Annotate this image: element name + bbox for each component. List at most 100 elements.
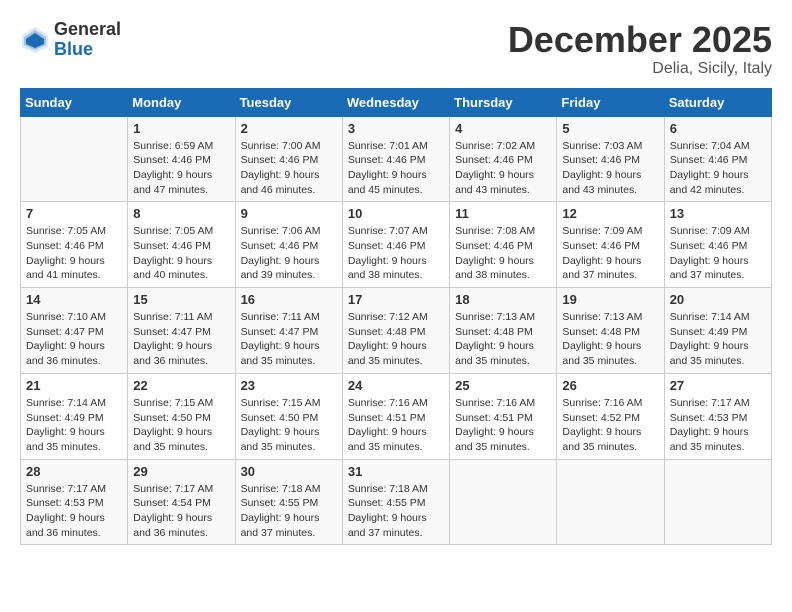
- day-info: Sunrise: 7:17 AMSunset: 4:54 PMDaylight:…: [133, 482, 229, 541]
- table-row: 17 Sunrise: 7:12 AMSunset: 4:48 PMDayligh…: [342, 288, 449, 374]
- table-row: 21Sunrise: 7:14 AMSunset: 4:49 PMDayligh…: [21, 373, 128, 459]
- day-info: Sunrise: 7:03 AMSunset: 4:46 PMDaylight:…: [562, 139, 658, 198]
- day-info: Sunrise: 7:15 AMSunset: 4:50 PMDaylight:…: [241, 396, 337, 455]
- col-thursday: Thursday: [450, 88, 557, 116]
- day-number: 4: [455, 121, 551, 136]
- day-number: 21: [26, 378, 122, 393]
- col-sunday: Sunday: [21, 88, 128, 116]
- calendar-week-row: 7 Sunrise: 7:05 AMSunset: 4:46 PMDaylight…: [21, 202, 772, 288]
- table-row: 18 Sunrise: 7:13 AMSunset: 4:48 PMDayligh…: [450, 288, 557, 374]
- table-row: [557, 459, 664, 545]
- table-row: 25 Sunrise: 7:16 AMSunset: 4:51 PMDayligh…: [450, 373, 557, 459]
- page-header: General Blue December 2025 Delia, Sicily…: [20, 20, 772, 78]
- table-row: 31 Sunrise: 7:18 AMSunset: 4:55 PMDayligh…: [342, 459, 449, 545]
- day-number: 3: [348, 121, 444, 136]
- day-info: Sunrise: 7:07 AMSunset: 4:46 PMDaylight:…: [348, 224, 444, 283]
- table-row: [664, 459, 771, 545]
- calendar-week-row: 14 Sunrise: 7:10 AMSunset: 4:47 PMDayligh…: [21, 288, 772, 374]
- calendar-week-row: 1Sunrise: 6:59 AMSunset: 4:46 PMDaylight…: [21, 116, 772, 202]
- day-info: Sunrise: 7:12 AMSunset: 4:48 PMDaylight:…: [348, 310, 444, 369]
- day-number: 2: [241, 121, 337, 136]
- table-row: 14 Sunrise: 7:10 AMSunset: 4:47 PMDayligh…: [21, 288, 128, 374]
- day-info: Sunrise: 7:00 AMSunset: 4:46 PMDaylight:…: [241, 139, 337, 198]
- day-number: 26: [562, 378, 658, 393]
- day-number: 9: [241, 206, 337, 221]
- table-row: 29Sunrise: 7:17 AMSunset: 4:54 PMDayligh…: [128, 459, 235, 545]
- day-info: Sunrise: 7:15 AMSunset: 4:50 PMDaylight:…: [133, 396, 229, 455]
- day-info: Sunrise: 7:17 AMSunset: 4:53 PMDaylight:…: [26, 482, 122, 541]
- table-row: 8Sunrise: 7:05 AMSunset: 4:46 PMDaylight…: [128, 202, 235, 288]
- day-info: Sunrise: 7:16 AMSunset: 4:52 PMDaylight:…: [562, 396, 658, 455]
- day-info: Sunrise: 6:59 AMSunset: 4:46 PMDaylight:…: [133, 139, 229, 198]
- calendar-body: 1Sunrise: 6:59 AMSunset: 4:46 PMDaylight…: [21, 116, 772, 545]
- day-info: Sunrise: 7:13 AMSunset: 4:48 PMDaylight:…: [562, 310, 658, 369]
- day-number: 18: [455, 292, 551, 307]
- day-number: 28: [26, 464, 122, 479]
- day-info: Sunrise: 7:17 AMSunset: 4:53 PMDaylight:…: [670, 396, 766, 455]
- day-info: Sunrise: 7:13 AMSunset: 4:48 PMDaylight:…: [455, 310, 551, 369]
- day-number: 7: [26, 206, 122, 221]
- weekday-row: Sunday Monday Tuesday Wednesday Thursday…: [21, 88, 772, 116]
- day-number: 15: [133, 292, 229, 307]
- table-row: 5 Sunrise: 7:03 AMSunset: 4:46 PMDaylight…: [557, 116, 664, 202]
- col-wednesday: Wednesday: [342, 88, 449, 116]
- day-number: 19: [562, 292, 658, 307]
- table-row: 15 Sunrise: 7:11 AMSunset: 4:47 PMDayligh…: [128, 288, 235, 374]
- day-number: 11: [455, 206, 551, 221]
- table-row: 24Sunrise: 7:16 AMSunset: 4:51 PMDayligh…: [342, 373, 449, 459]
- table-row: 6 Sunrise: 7:04 AMSunset: 4:46 PMDaylight…: [664, 116, 771, 202]
- day-number: 14: [26, 292, 122, 307]
- table-row: 16Sunrise: 7:11 AMSunset: 4:47 PMDayligh…: [235, 288, 342, 374]
- day-info: Sunrise: 7:18 AMSunset: 4:55 PMDaylight:…: [348, 482, 444, 541]
- table-row: 4Sunrise: 7:02 AMSunset: 4:46 PMDaylight…: [450, 116, 557, 202]
- day-number: 17: [348, 292, 444, 307]
- col-monday: Monday: [128, 88, 235, 116]
- col-friday: Friday: [557, 88, 664, 116]
- day-info: Sunrise: 7:14 AMSunset: 4:49 PMDaylight:…: [670, 310, 766, 369]
- calendar-table: Sunday Monday Tuesday Wednesday Thursday…: [20, 88, 772, 546]
- table-row: 28 Sunrise: 7:17 AMSunset: 4:53 PMDayligh…: [21, 459, 128, 545]
- day-number: 31: [348, 464, 444, 479]
- logo-text: General Blue: [54, 20, 121, 60]
- day-info: Sunrise: 7:11 AMSunset: 4:47 PMDaylight:…: [133, 310, 229, 369]
- table-row: 27Sunrise: 7:17 AMSunset: 4:53 PMDayligh…: [664, 373, 771, 459]
- table-row: 22 Sunrise: 7:15 AMSunset: 4:50 PMDayligh…: [128, 373, 235, 459]
- day-info: Sunrise: 7:16 AMSunset: 4:51 PMDaylight:…: [455, 396, 551, 455]
- table-row: 9 Sunrise: 7:06 AMSunset: 4:46 PMDaylight…: [235, 202, 342, 288]
- day-info: Sunrise: 7:01 AMSunset: 4:46 PMDaylight:…: [348, 139, 444, 198]
- location: Delia, Sicily, Italy: [508, 60, 772, 78]
- table-row: [450, 459, 557, 545]
- col-tuesday: Tuesday: [235, 88, 342, 116]
- day-info: Sunrise: 7:09 AMSunset: 4:46 PMDaylight:…: [562, 224, 658, 283]
- day-info: Sunrise: 7:06 AMSunset: 4:46 PMDaylight:…: [241, 224, 337, 283]
- calendar-header: Sunday Monday Tuesday Wednesday Thursday…: [21, 88, 772, 116]
- day-info: Sunrise: 7:05 AMSunset: 4:46 PMDaylight:…: [26, 224, 122, 283]
- logo-blue: Blue: [54, 39, 93, 59]
- table-row: 30Sunrise: 7:18 AMSunset: 4:55 PMDayligh…: [235, 459, 342, 545]
- day-number: 20: [670, 292, 766, 307]
- day-info: Sunrise: 7:10 AMSunset: 4:47 PMDaylight:…: [26, 310, 122, 369]
- day-number: 6: [670, 121, 766, 136]
- day-info: Sunrise: 7:04 AMSunset: 4:46 PMDaylight:…: [670, 139, 766, 198]
- day-info: Sunrise: 7:16 AMSunset: 4:51 PMDaylight:…: [348, 396, 444, 455]
- table-row: 11Sunrise: 7:08 AMSunset: 4:46 PMDayligh…: [450, 202, 557, 288]
- table-row: 13Sunrise: 7:09 AMSunset: 4:46 PMDayligh…: [664, 202, 771, 288]
- day-info: Sunrise: 7:18 AMSunset: 4:55 PMDaylight:…: [241, 482, 337, 541]
- day-number: 22: [133, 378, 229, 393]
- calendar-week-row: 21Sunrise: 7:14 AMSunset: 4:49 PMDayligh…: [21, 373, 772, 459]
- day-number: 10: [348, 206, 444, 221]
- table-row: 2 Sunrise: 7:00 AMSunset: 4:46 PMDaylight…: [235, 116, 342, 202]
- table-row: 20 Sunrise: 7:14 AMSunset: 4:49 PMDayligh…: [664, 288, 771, 374]
- table-row: 10 Sunrise: 7:07 AMSunset: 4:46 PMDayligh…: [342, 202, 449, 288]
- calendar-week-row: 28 Sunrise: 7:17 AMSunset: 4:53 PMDayligh…: [21, 459, 772, 545]
- title-block: December 2025 Delia, Sicily, Italy: [508, 20, 772, 78]
- table-row: 1Sunrise: 6:59 AMSunset: 4:46 PMDaylight…: [128, 116, 235, 202]
- table-row: 23Sunrise: 7:15 AMSunset: 4:50 PMDayligh…: [235, 373, 342, 459]
- day-number: 13: [670, 206, 766, 221]
- logo-general: General: [54, 19, 121, 39]
- table-row: 3 Sunrise: 7:01 AMSunset: 4:46 PMDaylight…: [342, 116, 449, 202]
- day-number: 5: [562, 121, 658, 136]
- col-saturday: Saturday: [664, 88, 771, 116]
- day-number: 25: [455, 378, 551, 393]
- table-row: 7 Sunrise: 7:05 AMSunset: 4:46 PMDaylight…: [21, 202, 128, 288]
